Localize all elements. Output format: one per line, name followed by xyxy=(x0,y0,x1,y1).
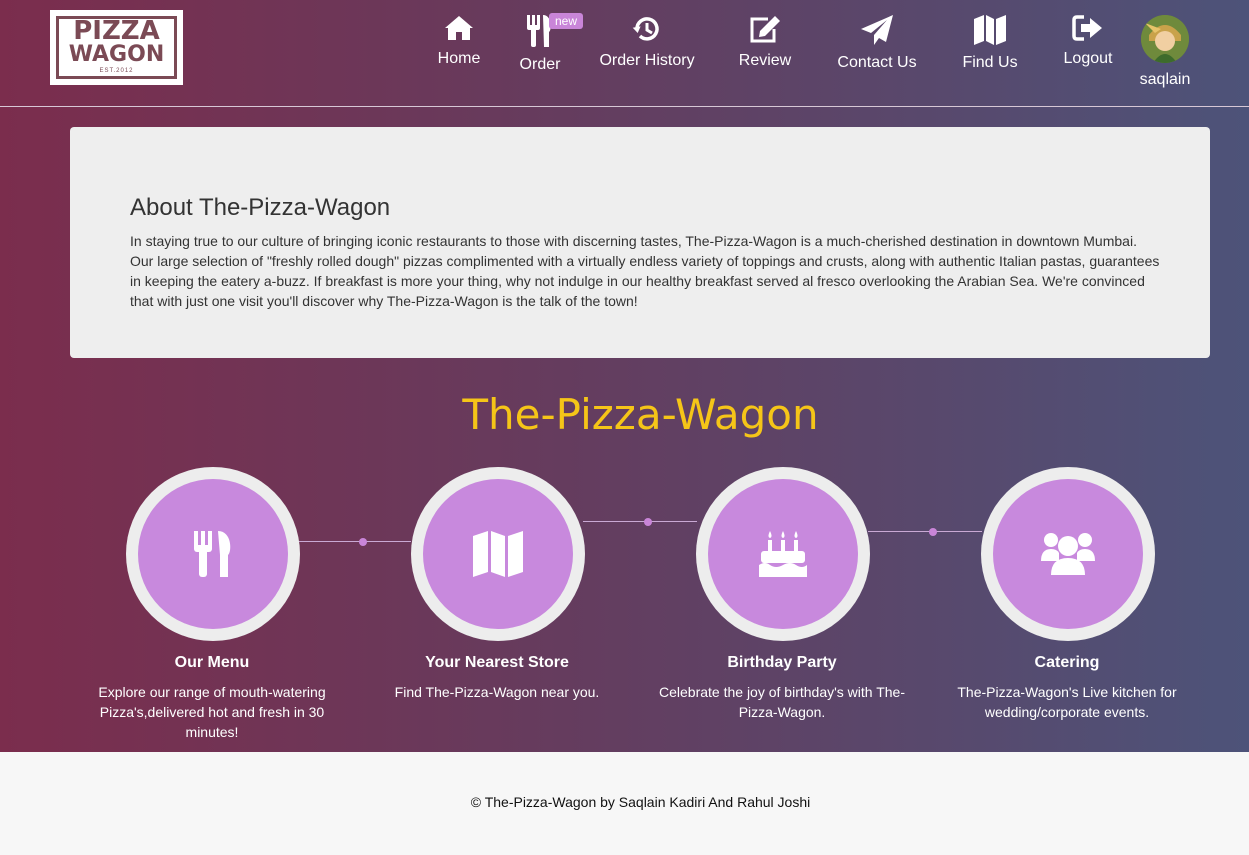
feature-circle-catering[interactable] xyxy=(981,467,1155,641)
about-title: About The-Pizza-Wagon xyxy=(130,194,391,221)
feature-title: Our Menu xyxy=(174,654,250,671)
nav-logout-label: Logout xyxy=(1063,50,1113,67)
birthday-cake-icon xyxy=(759,531,807,577)
utensils-icon xyxy=(194,531,231,577)
edit-icon xyxy=(750,16,780,43)
history-icon xyxy=(632,17,659,41)
feature-desc: Explore our range of mouth-watering Pizz… xyxy=(98,684,326,740)
logout-icon xyxy=(1072,15,1102,41)
about-panel: About The-Pizza-Wagon In staying true to… xyxy=(70,127,1210,358)
nav-find-us-label: Find Us xyxy=(962,54,1018,71)
feature-title: Catering xyxy=(1034,654,1100,671)
connector-line xyxy=(298,541,411,542)
brand-title: The-Pizza-Wagon xyxy=(462,390,819,439)
feature-circle-inner xyxy=(138,479,288,629)
feature-circle-menu[interactable] xyxy=(126,467,300,641)
nav-home-label: Home xyxy=(437,50,481,67)
feature-desc: The-Pizza-Wagon's Live kitchen for weddi… xyxy=(957,684,1177,720)
new-badge: new xyxy=(549,13,584,29)
nav-home[interactable]: Home xyxy=(432,14,486,68)
connector-dot xyxy=(644,518,652,526)
user-name: saqlain xyxy=(1139,71,1191,88)
feature-circle-birthday[interactable] xyxy=(696,467,870,641)
avatar xyxy=(1141,15,1189,63)
nav-review-label: Review xyxy=(738,52,792,69)
nav-order-label: Order xyxy=(519,56,561,73)
map-icon xyxy=(974,15,1006,45)
home-icon xyxy=(445,16,473,40)
logo-text-line2: WAGON xyxy=(68,42,165,67)
avatar-image xyxy=(1141,15,1189,63)
nav-find-us[interactable]: Find Us xyxy=(960,14,1020,72)
nav-order-history-label: Order History xyxy=(599,52,695,69)
footer: © The-Pizza-Wagon by Saqlain Kadiri And … xyxy=(0,752,1249,855)
feature-circle-inner xyxy=(993,479,1143,629)
nav-contact-us-label: Contact Us xyxy=(837,54,917,71)
feature-desc: Find The-Pizza-Wagon near you. xyxy=(394,684,600,700)
connector-line xyxy=(868,531,982,532)
feature-circle-store[interactable] xyxy=(411,467,585,641)
users-icon xyxy=(1041,533,1095,575)
map-icon xyxy=(473,531,523,577)
connector-dot xyxy=(359,538,367,546)
nav-order[interactable]: new Order xyxy=(515,13,584,74)
connector-dot xyxy=(929,528,937,536)
feature-circle-inner xyxy=(423,479,573,629)
feature-title: Your Nearest Store xyxy=(425,654,569,671)
logo-text-line3: EST.2012 xyxy=(99,68,134,74)
feature-circle-inner xyxy=(708,479,858,629)
feature-desc: Celebrate the joy of birthday's with The… xyxy=(659,684,905,720)
nav-order-history[interactable]: Order History xyxy=(598,14,696,70)
nav-logout[interactable]: Logout xyxy=(1060,14,1116,68)
paper-plane-icon xyxy=(861,15,893,45)
footer-copyright: © The-Pizza-Wagon by Saqlain Kadiri And … xyxy=(470,794,811,810)
nav-review[interactable]: Review xyxy=(736,14,794,70)
site-logo[interactable]: PIZZA WAGON EST.2012 xyxy=(50,10,183,85)
hero-section: PIZZA WAGON EST.2012 Home new Order Orde… xyxy=(0,0,1249,752)
feature-title: Birthday Party xyxy=(727,654,837,671)
logo-text-line1: PIZZA xyxy=(73,16,160,46)
connector-line xyxy=(583,521,697,522)
nav-contact-us[interactable]: Contact Us xyxy=(836,14,918,72)
top-navbar: PIZZA WAGON EST.2012 Home new Order Orde… xyxy=(0,0,1249,107)
about-text: In staying true to our culture of bringi… xyxy=(130,233,1160,309)
user-profile[interactable]: saqlain xyxy=(1138,15,1192,89)
